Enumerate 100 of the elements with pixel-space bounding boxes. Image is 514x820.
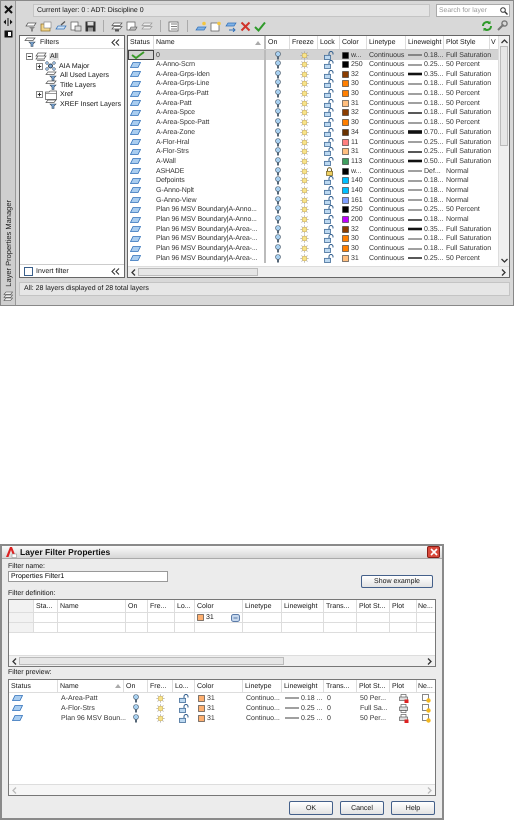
new-layer-icon[interactable] bbox=[195, 20, 207, 32]
no-plot-printer-icon[interactable] bbox=[398, 714, 408, 722]
open-padlock-icon[interactable] bbox=[179, 704, 189, 712]
table-cell[interactable] bbox=[243, 613, 282, 623]
lightbulb-icon[interactable] bbox=[275, 224, 281, 234]
lightbulb-icon[interactable] bbox=[275, 50, 281, 60]
table-cell[interactable] bbox=[148, 613, 175, 623]
sun-icon[interactable] bbox=[300, 89, 308, 98]
table-cell[interactable] bbox=[390, 623, 417, 633]
open-padlock-icon[interactable] bbox=[324, 60, 334, 70]
sun-icon[interactable] bbox=[300, 196, 308, 205]
layer-arrow-icon[interactable] bbox=[225, 20, 237, 32]
viewport-sun-icon[interactable] bbox=[422, 694, 430, 702]
open-padlock-icon[interactable] bbox=[324, 205, 334, 214]
open-padlock-icon[interactable] bbox=[324, 244, 334, 254]
sun-icon[interactable] bbox=[300, 215, 308, 224]
table-cell[interactable] bbox=[126, 623, 148, 633]
lightbulb-icon[interactable] bbox=[275, 98, 281, 108]
auto-hide-icon[interactable] bbox=[3, 18, 13, 26]
layer-pencil-icon[interactable] bbox=[55, 20, 67, 32]
table-cell[interactable] bbox=[34, 623, 58, 633]
open-padlock-icon[interactable] bbox=[324, 156, 334, 166]
table-cell[interactable] bbox=[126, 613, 148, 623]
table-cell[interactable] bbox=[175, 623, 195, 633]
table-cell[interactable] bbox=[282, 623, 324, 633]
table-cell[interactable] bbox=[175, 613, 195, 623]
sun-icon[interactable] bbox=[300, 128, 308, 137]
open-padlock-icon[interactable] bbox=[324, 50, 334, 60]
layer-stack-icon[interactable] bbox=[111, 20, 123, 32]
open-padlock-icon[interactable] bbox=[324, 98, 334, 108]
open-padlock-icon[interactable] bbox=[324, 254, 334, 263]
table-cell[interactable] bbox=[357, 623, 390, 633]
delete-icon[interactable] bbox=[240, 20, 251, 32]
sun-icon[interactable] bbox=[300, 244, 308, 254]
viewport-sun-icon[interactable] bbox=[422, 714, 430, 722]
sun-icon[interactable] bbox=[300, 186, 308, 195]
sun-icon[interactable] bbox=[300, 205, 308, 214]
wrench-icon[interactable] bbox=[496, 20, 508, 32]
new-filter-icon[interactable] bbox=[25, 20, 37, 32]
sun-icon[interactable] bbox=[300, 60, 308, 70]
lightbulb-icon[interactable] bbox=[275, 176, 281, 186]
open-padlock-icon[interactable] bbox=[324, 186, 334, 195]
sun-icon[interactable] bbox=[300, 176, 308, 186]
close-icon[interactable] bbox=[4, 5, 12, 14]
sun-icon[interactable] bbox=[300, 98, 308, 108]
sun-icon[interactable] bbox=[300, 138, 308, 147]
open-padlock-icon[interactable] bbox=[324, 138, 334, 147]
sun-icon[interactable] bbox=[300, 70, 308, 79]
lightbulb-icon[interactable] bbox=[275, 244, 281, 254]
open-padlock-icon[interactable] bbox=[179, 714, 189, 722]
expand-icon[interactable] bbox=[36, 62, 43, 70]
lightbulb-icon[interactable] bbox=[133, 714, 139, 722]
lightbulb-icon[interactable] bbox=[275, 215, 281, 224]
sun-icon[interactable] bbox=[156, 704, 165, 712]
table-cell[interactable] bbox=[243, 623, 282, 633]
open-padlock-icon[interactable] bbox=[324, 234, 334, 244]
open-padlock-icon[interactable] bbox=[324, 147, 334, 156]
sun-icon[interactable] bbox=[300, 108, 308, 118]
lightbulb-icon[interactable] bbox=[275, 234, 281, 244]
table-cell[interactable] bbox=[324, 613, 357, 623]
sun-icon[interactable] bbox=[300, 79, 308, 88]
expand-icon[interactable] bbox=[36, 91, 43, 98]
open-padlock-icon[interactable] bbox=[324, 108, 334, 118]
horizontal-scrollbar[interactable] bbox=[9, 655, 435, 666]
refresh-icon[interactable] bbox=[481, 20, 493, 32]
table-cell[interactable] bbox=[58, 613, 126, 623]
layer-states-icon[interactable] bbox=[70, 20, 82, 32]
lightbulb-icon[interactable] bbox=[275, 147, 281, 156]
picker-button[interactable] bbox=[231, 614, 240, 622]
open-padlock-icon[interactable] bbox=[324, 89, 334, 98]
lightbulb-icon[interactable] bbox=[133, 704, 139, 712]
sun-icon[interactable] bbox=[300, 156, 308, 166]
sun-icon[interactable] bbox=[300, 147, 308, 156]
open-padlock-icon[interactable] bbox=[324, 176, 334, 186]
table-cell[interactable] bbox=[148, 623, 175, 633]
open-padlock-icon[interactable] bbox=[324, 70, 334, 79]
table-cell[interactable] bbox=[34, 613, 58, 623]
sun-icon[interactable] bbox=[300, 118, 308, 128]
table-cell[interactable] bbox=[357, 613, 390, 623]
checkbox[interactable] bbox=[24, 266, 33, 276]
folder-icon[interactable] bbox=[40, 20, 52, 32]
lightbulb-icon[interactable] bbox=[275, 108, 281, 118]
sun-icon[interactable] bbox=[300, 166, 308, 176]
sun-icon[interactable] bbox=[300, 234, 308, 244]
lightbulb-icon[interactable] bbox=[275, 166, 281, 176]
sun-icon[interactable] bbox=[156, 694, 165, 702]
open-padlock-icon[interactable] bbox=[324, 196, 334, 205]
lightbulb-icon[interactable] bbox=[275, 79, 281, 88]
open-padlock-icon[interactable] bbox=[324, 224, 334, 234]
printer-icon[interactable] bbox=[398, 704, 408, 712]
scrollbar-thumb[interactable] bbox=[19, 657, 284, 665]
lightbulb-icon[interactable] bbox=[275, 205, 281, 214]
properties-icon[interactable] bbox=[4, 30, 12, 38]
lightbulb-icon[interactable] bbox=[275, 118, 281, 128]
lightbulb-icon[interactable] bbox=[275, 60, 281, 70]
check-icon[interactable] bbox=[254, 20, 266, 32]
lightbulb-icon[interactable] bbox=[133, 694, 139, 702]
layer-stack-icon[interactable] bbox=[168, 20, 180, 32]
lightbulb-icon[interactable] bbox=[275, 156, 281, 166]
open-padlock-icon[interactable] bbox=[324, 128, 334, 137]
